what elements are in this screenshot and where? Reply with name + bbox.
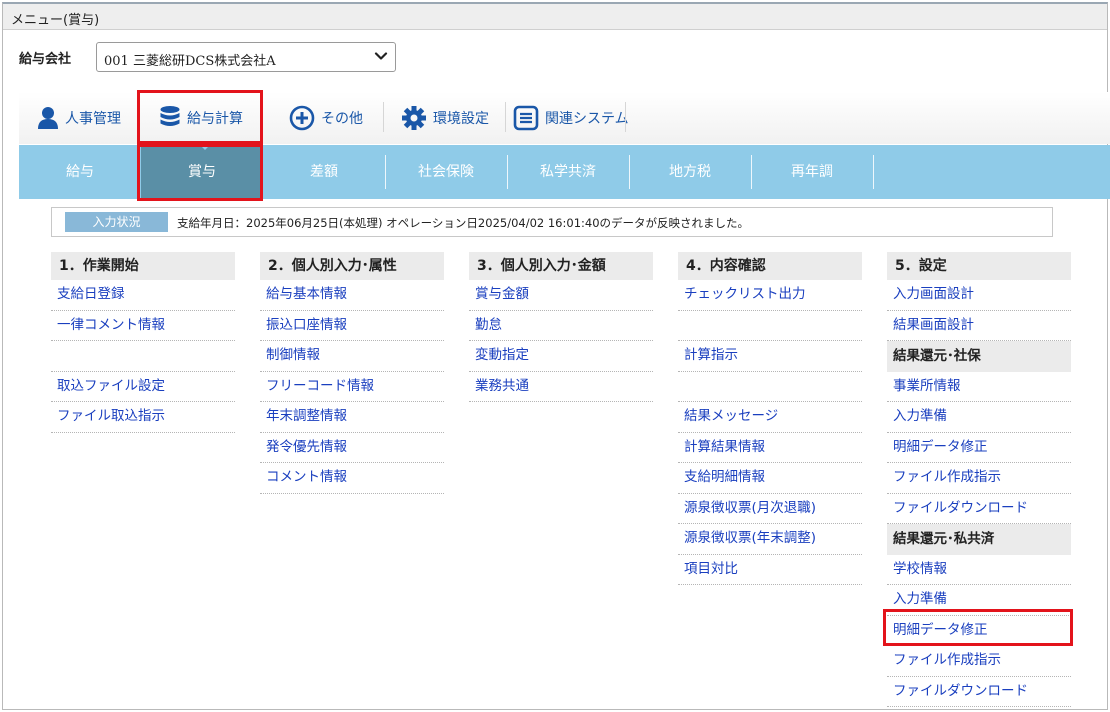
tab-difference[interactable]: 差額 — [263, 145, 385, 199]
menu-link[interactable]: 源泉徴収票(年末調整) — [678, 524, 862, 555]
menu-link[interactable]: 支給日登録 — [51, 280, 235, 311]
menu-link[interactable]: フリーコード情報 — [260, 372, 444, 402]
menu-link[interactable]: 学校情報 — [887, 555, 1071, 585]
highlight-box-payroll — [137, 90, 263, 144]
menu-link[interactable]: 年末調整情報 — [260, 402, 444, 433]
topnav-label: 環境設定 — [433, 111, 489, 127]
tab-social-insurance[interactable]: 社会保険 — [385, 145, 507, 199]
menu-link[interactable]: 明細データ修正 — [887, 433, 1071, 463]
status-badge: 入力状況 — [65, 212, 168, 232]
status-message: 支給年月日：2025年06月25日(本処理) オペレーション日2025/04/0… — [177, 216, 750, 230]
menu-link[interactable]: 給与基本情報 — [260, 280, 444, 311]
gear-icon — [402, 106, 426, 130]
chevron-down-icon — [374, 52, 388, 60]
menu-link[interactable]: チェックリスト出力 — [678, 280, 862, 311]
menu-link[interactable]: ファイル取込指示 — [51, 402, 235, 433]
menu-link-empty — [51, 341, 235, 372]
menu-link[interactable]: 一律コメント情報 — [51, 311, 235, 341]
section-title-social-insurance: 結果還元･社保 — [887, 341, 1071, 372]
list-box-icon — [513, 105, 539, 131]
menu-link-empty — [678, 311, 862, 341]
column-individual-amounts: 3．個人別入力･金額 賞与金額 勤怠 変動指定 業務共通 — [469, 252, 653, 402]
status-bar: 入力状況 支給年月日：2025年06月25日(本処理) オペレーション日2025… — [51, 207, 1053, 237]
menu-link[interactable]: ファイルダウンロード — [887, 494, 1071, 524]
company-select[interactable]: 001 三菱総研DCS株式会社A — [96, 42, 396, 72]
company-select-value: 001 三菱総研DCS株式会社A — [104, 54, 276, 69]
topnav-label: その他 — [321, 111, 363, 127]
topnav-label: 関連システム — [545, 111, 629, 127]
topnav-divider — [625, 102, 626, 132]
menu-link[interactable]: 変動指定 — [469, 341, 653, 372]
menu-link[interactable]: 結果メッセージ — [678, 402, 862, 433]
topnav-settings[interactable]: 環境設定 — [401, 92, 489, 144]
column-content-check: 4．内容確認 チェックリスト出力 計算指示 結果メッセージ 計算結果情報 支給明… — [678, 252, 862, 585]
section-title-private-school: 結果還元･私共済 — [887, 524, 1071, 555]
menu-link[interactable]: 項目対比 — [678, 555, 862, 585]
menu-link[interactable]: 制御情報 — [260, 341, 444, 372]
menu-window: メニュー(賞与) 給与会社 001 三菱総研DCS株式会社A 人事管理 給与計算… — [2, 2, 1110, 710]
menu-link[interactable]: コメント情報 — [260, 463, 444, 494]
menu-link[interactable]: 振込口座情報 — [260, 311, 444, 341]
menu-link-empty — [678, 372, 862, 402]
menu-link[interactable]: 計算結果情報 — [678, 433, 862, 463]
tab-salary[interactable]: 給与 — [19, 145, 141, 199]
highlight-box-detail-data-fix — [883, 609, 1073, 646]
tab-readjustment[interactable]: 再年調 — [751, 145, 873, 199]
menu-link[interactable]: ファイル作成指示 — [887, 646, 1071, 677]
plus-circle-icon — [289, 105, 315, 131]
column-title: 1．作業開始 — [51, 252, 235, 280]
topnav-related-systems[interactable]: 関連システム — [513, 92, 629, 144]
menu-link[interactable]: 事業所情報 — [887, 372, 1071, 402]
menu-link[interactable]: 入力準備 — [887, 402, 1071, 433]
tab-local-tax[interactable]: 地方税 — [629, 145, 751, 199]
menu-link[interactable]: 勤怠 — [469, 311, 653, 341]
topnav-divider — [383, 102, 384, 132]
topnav-other[interactable]: その他 — [289, 92, 363, 144]
column-title: 2．個人別入力･属性 — [260, 252, 444, 280]
column-work-start: 1．作業開始 支給日登録 一律コメント情報 取込ファイル設定 ファイル取込指示 — [51, 252, 235, 433]
column-individual-attributes: 2．個人別入力･属性 給与基本情報 振込口座情報 制御情報 フリーコード情報 年… — [260, 252, 444, 494]
window-title: メニュー(賞与) — [11, 13, 100, 28]
menu-link[interactable]: ファイルダウンロード — [887, 677, 1071, 707]
menu-link[interactable]: ファイル作成指示 — [887, 463, 1071, 494]
subnav-divider — [873, 155, 874, 189]
menu-link[interactable]: 計算指示 — [678, 341, 862, 372]
menu-link[interactable]: 支給明細情報 — [678, 463, 862, 494]
column-title: 5．設定 — [887, 252, 1071, 280]
company-label: 給与会社 — [19, 52, 72, 67]
menu-link[interactable]: 業務共通 — [469, 372, 653, 402]
column-title: 3．個人別入力･金額 — [469, 252, 653, 280]
menu-link[interactable]: 発令優先情報 — [260, 433, 444, 463]
tab-private-school-mutual[interactable]: 私学共済 — [507, 145, 629, 199]
menu-link[interactable]: 結果画面設計 — [887, 311, 1071, 341]
person-icon — [38, 107, 58, 129]
menu-link[interactable]: 取込ファイル設定 — [51, 372, 235, 402]
window-titlebar: メニュー(賞与) — [3, 4, 1107, 30]
menu-link[interactable]: 源泉徴収票(月次退職) — [678, 494, 862, 524]
highlight-box-bonus-tab — [137, 144, 263, 201]
menu-link[interactable]: 賞与金額 — [469, 280, 653, 311]
topnav-hr-management[interactable]: 人事管理 — [37, 92, 121, 144]
column-title: 4．内容確認 — [678, 252, 862, 280]
topnav-label: 人事管理 — [65, 111, 121, 127]
topnav-divider — [505, 102, 506, 132]
menu-link[interactable]: 入力画面設計 — [887, 280, 1071, 311]
